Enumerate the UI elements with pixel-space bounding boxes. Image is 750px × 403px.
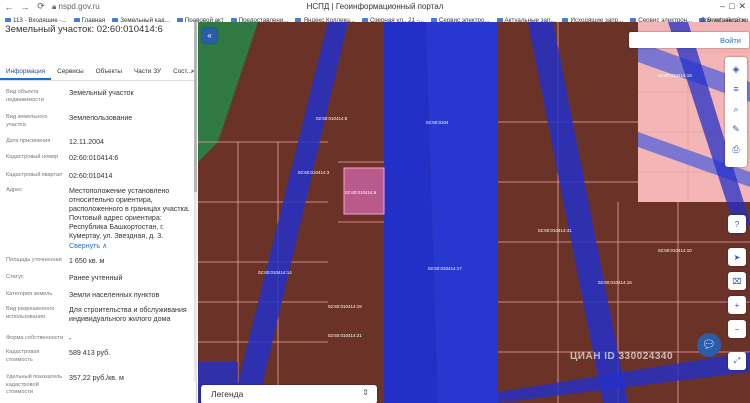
panel-tabs: Информация Сервисы Объекты Части ЗУ Сост… [0, 63, 196, 81]
print-icon[interactable]: ⎙ [730, 143, 742, 155]
value: Местоположение установлено относительно … [69, 187, 190, 240]
parcel-label-selected: 02:60:010414:6 [345, 190, 377, 195]
value: 02:60:010414:6 [69, 154, 119, 162]
tab-services[interactable]: Сервисы [51, 63, 89, 80]
address-bar[interactable]: 🔒︎ nspd.gov.ru [52, 1, 114, 12]
close-icon[interactable]: ✕ [738, 1, 746, 12]
label: Категория земель [6, 291, 53, 297]
panel-title: Земельный участок: 02:60:010414:6 [5, 24, 163, 35]
browser-nav: ← → ⟳ [4, 1, 46, 12]
value: Земельный участок [69, 89, 134, 97]
label: Вид объекта недвижимости [6, 89, 44, 103]
login-button[interactable]: Войти [629, 32, 749, 48]
value: Земли населенных пунктов [69, 291, 160, 299]
fullscreen-icon[interactable]: ⤢ [728, 352, 746, 370]
back-icon[interactable]: ← [4, 2, 14, 12]
value: Ранее учтенный [69, 274, 123, 282]
lock-icon: 🔒︎ [52, 2, 57, 11]
value: 589 413 руб. [69, 349, 111, 357]
label: Кадастровый квартал [6, 172, 63, 178]
locate-icon[interactable]: ➤ [728, 248, 746, 266]
parcel-label: 02:60:010414:16 [598, 280, 632, 285]
parcel-label: 02:60:010414:19 [328, 304, 362, 309]
parcel-label: 02:60:010414:41 [538, 228, 572, 233]
parcel-label: 02:60:010414:8 [316, 116, 348, 121]
help-button[interactable]: ? [728, 215, 746, 233]
map-layer: 02:60:010414:8 02:60:010414:3 02:60:0104… [198, 22, 750, 403]
parcel-label: 02:60:010414:19 [658, 73, 692, 78]
legend-dropdown[interactable]: Легенда ⇕ [201, 385, 377, 403]
tab-info[interactable]: Информация [0, 63, 52, 80]
search-icon[interactable]: ⌕ [730, 103, 742, 115]
ruler-icon[interactable]: ⌧ [728, 272, 746, 290]
parcel-label: 02:60:010414:21 [328, 333, 362, 338]
value: 1 650 кв. м [69, 257, 105, 265]
parcel-label: 02:60:010414:17 [428, 266, 462, 271]
map-toolbar: ◈ ≡ ⌕ ✎ ⎙ [725, 57, 747, 167]
window-controls: – □ ✕ [720, 1, 746, 12]
login-label: Войти [720, 35, 741, 45]
watermark: ЦИАН ID 330024340 [570, 351, 674, 362]
value: 12.11.2004 [69, 138, 104, 146]
edit-icon[interactable]: ✎ [730, 123, 742, 135]
parcel-label: 02:60:010414:14 [258, 270, 292, 275]
label: Вид земельного участка [6, 114, 48, 128]
parcel-label: 02:60:010414:3 [298, 170, 330, 175]
chat-icon[interactable]: 💬︎ [697, 333, 721, 357]
value: 02:60:010414 [69, 172, 113, 180]
value: 357,22 руб./кв. м [69, 374, 124, 382]
legend-label: Легенда [211, 389, 244, 399]
tab-objects[interactable]: Объекты [90, 63, 128, 80]
label: Статус [6, 274, 24, 280]
info-panel: Земельный участок: 02:60:010414:6 Информ… [0, 22, 197, 403]
label: Вид разрешенного использования [6, 306, 55, 320]
zoom-in-button[interactable]: + [728, 296, 746, 314]
label: Площадь уточненная [6, 257, 62, 263]
collapse-link[interactable]: Свернуть ∧ [69, 242, 193, 251]
panel-scrollbar-thumb[interactable] [194, 22, 197, 192]
label: Кадастровая стоимость [6, 349, 40, 363]
label: Дата присвоения [6, 138, 51, 144]
chevron-up-down-icon: ⇕ [362, 388, 369, 397]
address-text: nspd.gov.ru [58, 2, 100, 11]
tab-parts[interactable]: Части ЗУ [128, 63, 167, 80]
map-canvas[interactable]: 02:60:010414:8 02:60:010414:3 02:60:0104… [198, 22, 750, 403]
parcel-label: 02:60:010414:10 [658, 248, 692, 253]
zoom-out-button[interactable]: − [728, 320, 746, 338]
value: Землепользование [69, 114, 133, 122]
forward-icon[interactable]: → [20, 2, 30, 12]
minimize-icon[interactable]: – [720, 1, 725, 12]
maximize-icon[interactable]: □ [729, 1, 734, 12]
value: Для строительства и обслуживания индивид… [69, 306, 187, 323]
label: Адрес [6, 187, 23, 193]
label: Форма собственности [6, 335, 64, 341]
reload-icon[interactable]: ⟳ [36, 1, 46, 12]
collapse-panel-button[interactable]: « [202, 28, 217, 43]
label: Удельный показатель кадастровой стоимост… [6, 374, 63, 395]
menu-icon[interactable]: ≡ [730, 83, 742, 95]
layers-icon[interactable]: ◈ [730, 63, 742, 75]
parcel-label: 02:60:0104 [426, 120, 449, 125]
value: - [69, 335, 72, 343]
label: Кадастровый номер [6, 154, 59, 160]
